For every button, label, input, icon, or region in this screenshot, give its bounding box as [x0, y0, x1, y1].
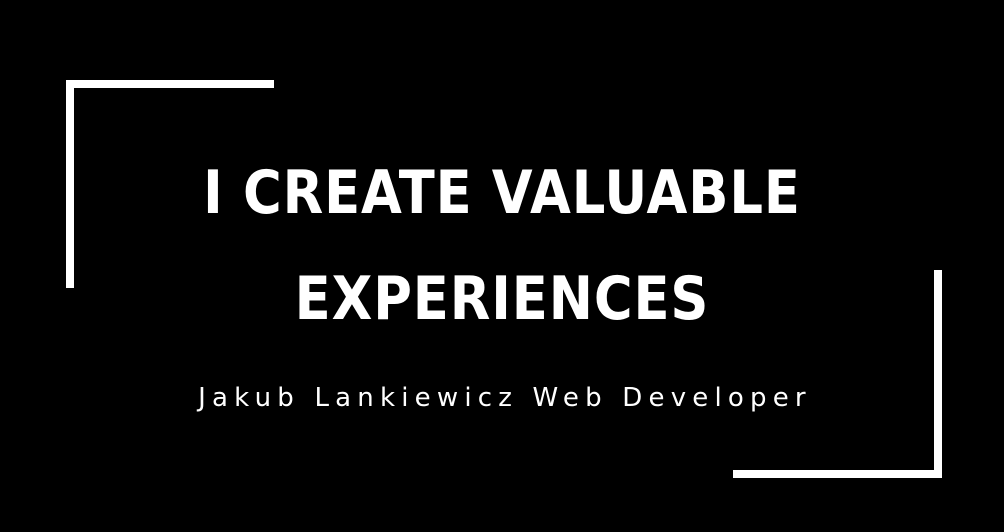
hero-tagline: Jakub Lankiewicz Web Developer — [198, 383, 812, 413]
hero-headline: I CREATE VALUABLE EXPERIENCES — [0, 140, 1004, 352]
hero-banner: I CREATE VALUABLE EXPERIENCES Jakub Lank… — [0, 0, 1004, 532]
headline-line-2: EXPERIENCES — [294, 264, 710, 334]
headline-line-1: I CREATE VALUABLE — [203, 158, 801, 228]
